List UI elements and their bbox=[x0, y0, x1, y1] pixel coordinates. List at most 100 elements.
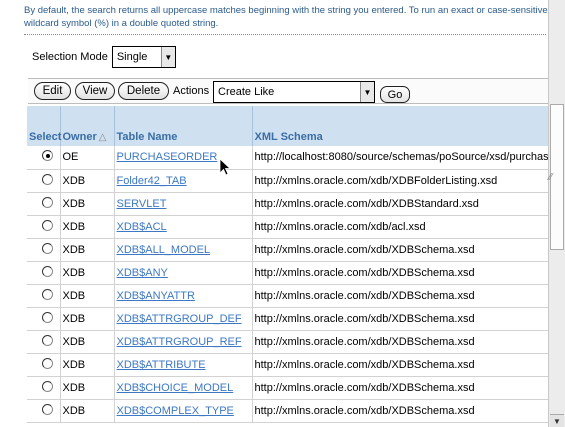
selection-mode-row: Selection Mode Single ▼ bbox=[32, 46, 176, 68]
table-name-cell: Folder42_TAB bbox=[114, 169, 253, 193]
xml-schema-cell: http://xmlns.oracle.com/xdb/acl.xsd bbox=[252, 215, 548, 239]
table-row: XDB Folder42_TAB http://xmlns.oracle.com/x… bbox=[27, 169, 548, 193]
dropdown-arrow-icon: ▼ bbox=[360, 82, 374, 102]
owner-cell: XDB bbox=[60, 399, 115, 423]
owner-cell: XDB bbox=[60, 376, 115, 400]
selection-mode-label: Selection Mode bbox=[32, 51, 108, 63]
table-row: XDB XDB$ANY http://xmlns.oracle.com/xdb/XD… bbox=[27, 261, 548, 285]
table-name-cell: XDB$ACL bbox=[114, 215, 253, 239]
table-name-link[interactable]: XDB$ACL bbox=[117, 221, 167, 233]
owner-cell: OE bbox=[60, 146, 115, 170]
vertical-scrollbar[interactable]: ▼ bbox=[548, 0, 565, 427]
table-row: XDB XDB$CHOICE_MODEL http://xmlns.oracle.c… bbox=[27, 376, 548, 400]
table-name-link[interactable]: PURCHASEORDER bbox=[117, 151, 218, 163]
row-select-radio[interactable] bbox=[41, 196, 53, 208]
table-row: OE PURCHASEORDER http://localhost:8080/sou… bbox=[27, 146, 548, 170]
table-row: XDB XDB$ANYATTR http://xmlns.oracle.com/xd… bbox=[27, 284, 548, 308]
owner-cell: XDB bbox=[60, 215, 115, 239]
header-table-name-label: Table Name bbox=[116, 131, 178, 143]
owner-cell: XDB bbox=[60, 307, 115, 331]
header-select: Select bbox=[27, 106, 62, 146]
table-name-cell: SERVLET bbox=[114, 192, 253, 216]
table-row: XDB XDB$ATTRIBUTE http://xmlns.oracle.com/… bbox=[27, 353, 548, 377]
table-name-cell: XDB$COMPLEX_TYPE bbox=[114, 399, 253, 423]
search-info-text: By default, the search returns all upper… bbox=[24, 4, 548, 30]
scroll-up-icon[interactable] bbox=[550, 0, 564, 13]
row-select-radio[interactable] bbox=[41, 334, 53, 346]
table-name-link[interactable]: XDB$ATTRGROUP_DEF bbox=[117, 313, 242, 325]
table-body: OE PURCHASEORDER http://localhost:8080/sou… bbox=[27, 146, 548, 423]
table-row: XDB XDB$ATTRGROUP_DEF http://xmlns.oracle.… bbox=[27, 307, 548, 331]
owner-cell: XDB bbox=[60, 330, 115, 354]
row-select-radio[interactable] bbox=[41, 173, 53, 185]
table-name-link[interactable]: XDB$ALL_MODEL bbox=[117, 244, 211, 256]
owner-cell: XDB bbox=[60, 238, 115, 262]
header-owner-label: Owner bbox=[62, 131, 97, 143]
table-row: XDB XDB$COMPLEX_TYPE http://xmlns.oracle.c… bbox=[27, 399, 548, 423]
table-name-cell: XDB$ATTRGROUP_DEF bbox=[114, 307, 253, 331]
table-name-cell: XDB$ANY bbox=[114, 261, 253, 285]
select-cell bbox=[27, 307, 61, 331]
row-select-radio[interactable] bbox=[41, 219, 53, 231]
xml-schema-cell: http://xmlns.oracle.com/xdb/XDBSchema.xs… bbox=[252, 353, 548, 377]
select-cell bbox=[27, 169, 61, 193]
xml-schema-cell: http://xmlns.oracle.com/xdb/XDBStandard.… bbox=[252, 192, 548, 216]
row-select-radio[interactable] bbox=[41, 242, 53, 254]
table-name-link[interactable]: XDB$COMPLEX_TYPE bbox=[117, 405, 234, 417]
select-cell bbox=[27, 330, 61, 354]
owner-cell: XDB bbox=[60, 284, 115, 308]
header-table-name[interactable]: Table Name bbox=[114, 106, 253, 146]
owner-cell: XDB bbox=[60, 169, 115, 193]
xml-schema-cell: http://xmlns.oracle.com/xdb/XDBSchema.xs… bbox=[252, 399, 548, 423]
table-header-row: Select Owner △ Table Name XML Schema bbox=[27, 106, 548, 146]
row-select-radio[interactable] bbox=[41, 357, 53, 369]
divider bbox=[24, 34, 546, 35]
table-name-link[interactable]: Folder42_TAB bbox=[117, 175, 187, 187]
select-cell bbox=[27, 146, 61, 170]
table-row: XDB SERVLET http://xmlns.oracle.com/xdb/XD… bbox=[27, 192, 548, 216]
view-button[interactable]: View bbox=[75, 82, 115, 100]
table-name-link[interactable]: SERVLET bbox=[117, 198, 167, 210]
resize-grip-icon[interactable]: ⁄⁄ bbox=[549, 172, 561, 184]
row-select-radio[interactable] bbox=[41, 265, 53, 277]
main-content: By default, the search returns all upper… bbox=[0, 0, 548, 427]
row-select-radio[interactable] bbox=[41, 380, 53, 392]
table-name-link[interactable]: XDB$ANYATTR bbox=[117, 290, 195, 302]
select-cell bbox=[27, 192, 61, 216]
sort-triangle-icon[interactable]: △ bbox=[99, 132, 107, 143]
table-name-link[interactable]: XDB$ATTRIBUTE bbox=[117, 359, 206, 371]
row-select-radio[interactable] bbox=[41, 403, 53, 415]
table-name-link[interactable]: XDB$ANY bbox=[117, 267, 168, 279]
selection-mode-value: Single bbox=[116, 51, 148, 63]
scroll-down-icon[interactable]: ▼ bbox=[550, 414, 564, 427]
table-name-cell: XDB$ALL_MODEL bbox=[114, 238, 253, 262]
row-select-radio[interactable] bbox=[41, 150, 53, 162]
row-select-radio[interactable] bbox=[41, 311, 53, 323]
delete-button[interactable]: Delete bbox=[118, 82, 169, 100]
header-xml-schema[interactable]: XML Schema bbox=[252, 106, 548, 146]
selection-mode-select[interactable]: Single ▼ bbox=[111, 46, 176, 68]
edit-button[interactable]: Edit bbox=[34, 82, 71, 100]
table-name-link[interactable]: XDB$ATTRGROUP_REF bbox=[117, 336, 242, 348]
select-cell bbox=[27, 261, 61, 285]
row-select-radio[interactable] bbox=[41, 288, 53, 300]
header-owner[interactable]: Owner △ bbox=[60, 106, 115, 146]
header-xml-schema-label: XML Schema bbox=[254, 131, 323, 143]
xml-schema-cell: http://xmlns.oracle.com/xdb/XDBSchema.xs… bbox=[252, 307, 548, 331]
mouse-pointer-icon bbox=[219, 158, 231, 176]
xml-schema-cell: http://localhost:8080/source/schemas/poS… bbox=[252, 146, 548, 170]
table-name-link[interactable]: XDB$CHOICE_MODEL bbox=[117, 382, 234, 394]
go-button[interactable]: Go bbox=[380, 86, 410, 103]
table-row: XDB XDB$ATTRGROUP_REF http://xmlns.oracle.… bbox=[27, 330, 548, 354]
owner-cell: XDB bbox=[60, 192, 115, 216]
xml-schema-cell: http://xmlns.oracle.com/xdb/XDBSchema.xs… bbox=[252, 284, 548, 308]
table-name-cell: XDB$ATTRGROUP_REF bbox=[114, 330, 253, 354]
actions-toolbar: Edit View Delete Actions Create Like ▼ G… bbox=[28, 78, 548, 104]
select-cell bbox=[27, 376, 61, 400]
select-cell bbox=[27, 238, 61, 262]
table-name-cell: PURCHASEORDER bbox=[114, 146, 253, 170]
header-select-label: Select bbox=[29, 131, 62, 143]
actions-select[interactable]: Create Like ▼ bbox=[213, 81, 375, 103]
actions-select-value: Create Like bbox=[218, 86, 275, 98]
table-name-cell: XDB$ANYATTR bbox=[114, 284, 253, 308]
